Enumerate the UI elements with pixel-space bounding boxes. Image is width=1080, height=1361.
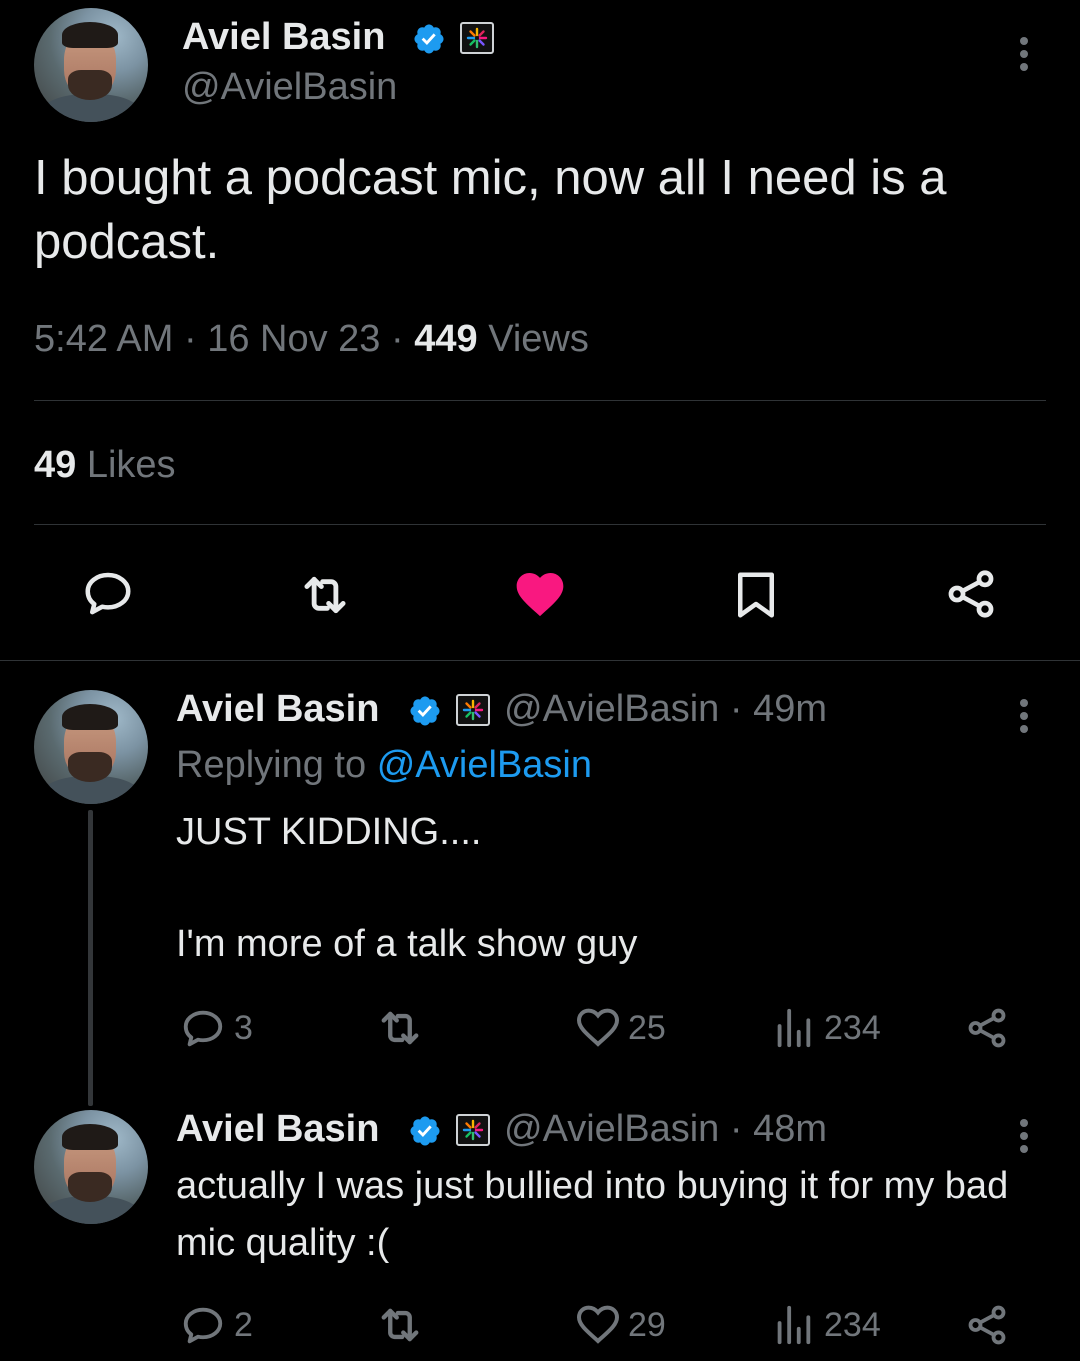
divider bbox=[34, 524, 1046, 525]
divider bbox=[34, 400, 1046, 401]
like-count: 29 bbox=[628, 1306, 666, 1344]
likes-count: 49 bbox=[34, 444, 77, 486]
tweet-text: I bought a podcast mic, now all I need i… bbox=[34, 151, 947, 269]
reply-age[interactable]: 49m bbox=[753, 688, 827, 730]
likes-label: Likes bbox=[86, 444, 176, 486]
verified-badge-icon bbox=[410, 696, 440, 726]
like-count: 25 bbox=[628, 1009, 666, 1047]
like-icon[interactable] bbox=[574, 1003, 622, 1051]
reply-icon[interactable] bbox=[81, 566, 135, 620]
reply-handle-time[interactable]: @AvielBasin · 48m bbox=[504, 1108, 827, 1151]
like-icon-filled[interactable] bbox=[512, 566, 568, 622]
author-handle[interactable]: @AvielBasin bbox=[504, 1108, 719, 1150]
reply-icon[interactable] bbox=[180, 1005, 226, 1051]
more-options-icon[interactable] bbox=[1019, 34, 1029, 74]
author-name[interactable]: Aviel Basin bbox=[182, 16, 385, 59]
reply-handle-time[interactable]: @AvielBasin · 49m bbox=[504, 688, 827, 731]
views-count: 449 bbox=[414, 318, 478, 360]
reply-text: actually I was just bullied into buying … bbox=[176, 1165, 1009, 1264]
reply-age[interactable]: 48m bbox=[753, 1108, 827, 1150]
views-icon[interactable] bbox=[770, 1005, 816, 1051]
view-count: 234 bbox=[824, 1306, 881, 1344]
views-label: Views bbox=[488, 318, 589, 360]
views-icon[interactable] bbox=[770, 1302, 816, 1348]
affiliate-badge-icon[interactable] bbox=[456, 1114, 490, 1146]
reply-icon[interactable] bbox=[180, 1302, 226, 1348]
reply-text-line2: I'm more of a talk show guy bbox=[176, 923, 638, 965]
author-name[interactable]: Aviel Basin bbox=[176, 1108, 379, 1151]
share-icon[interactable] bbox=[964, 1005, 1010, 1051]
likes-summary[interactable]: 49 Likes bbox=[34, 444, 176, 487]
reply-count: 3 bbox=[234, 1009, 253, 1047]
verified-badge-icon bbox=[414, 24, 444, 54]
replying-handle-link[interactable]: @AvielBasin bbox=[377, 744, 592, 786]
avatar[interactable] bbox=[34, 690, 148, 804]
verified-badge-icon bbox=[410, 1116, 440, 1146]
like-icon[interactable] bbox=[574, 1300, 622, 1348]
reply-text-line1: JUST KIDDING.... bbox=[176, 811, 482, 853]
retweet-icon[interactable] bbox=[374, 1002, 426, 1054]
share-icon[interactable] bbox=[943, 566, 999, 622]
view-count: 234 bbox=[824, 1009, 881, 1047]
thread-line bbox=[88, 810, 93, 1106]
replying-to: Replying to @AvielBasin bbox=[176, 744, 592, 787]
tweet-meta: 5:42 AM · 16 Nov 23 · 449 Views bbox=[34, 318, 589, 360]
tweet-date[interactable]: 16 Nov 23 bbox=[207, 318, 380, 360]
avatar[interactable] bbox=[34, 1110, 148, 1224]
affiliate-badge-icon[interactable] bbox=[460, 22, 494, 54]
share-icon[interactable] bbox=[964, 1302, 1010, 1348]
replying-prefix: Replying to bbox=[176, 744, 367, 786]
retweet-icon[interactable] bbox=[374, 1299, 426, 1351]
retweet-icon[interactable] bbox=[296, 566, 354, 624]
affiliate-badge-icon[interactable] bbox=[456, 694, 490, 726]
author-handle[interactable]: @AvielBasin bbox=[182, 66, 397, 109]
reply-count: 2 bbox=[234, 1306, 253, 1344]
author-handle[interactable]: @AvielBasin bbox=[504, 688, 719, 730]
bookmark-icon[interactable] bbox=[729, 566, 783, 624]
section-divider bbox=[0, 660, 1080, 661]
tweet-time[interactable]: 5:42 AM bbox=[34, 318, 173, 360]
more-options-icon[interactable] bbox=[1019, 1116, 1029, 1156]
avatar[interactable] bbox=[34, 8, 148, 122]
author-name[interactable]: Aviel Basin bbox=[176, 688, 379, 731]
more-options-icon[interactable] bbox=[1019, 696, 1029, 736]
